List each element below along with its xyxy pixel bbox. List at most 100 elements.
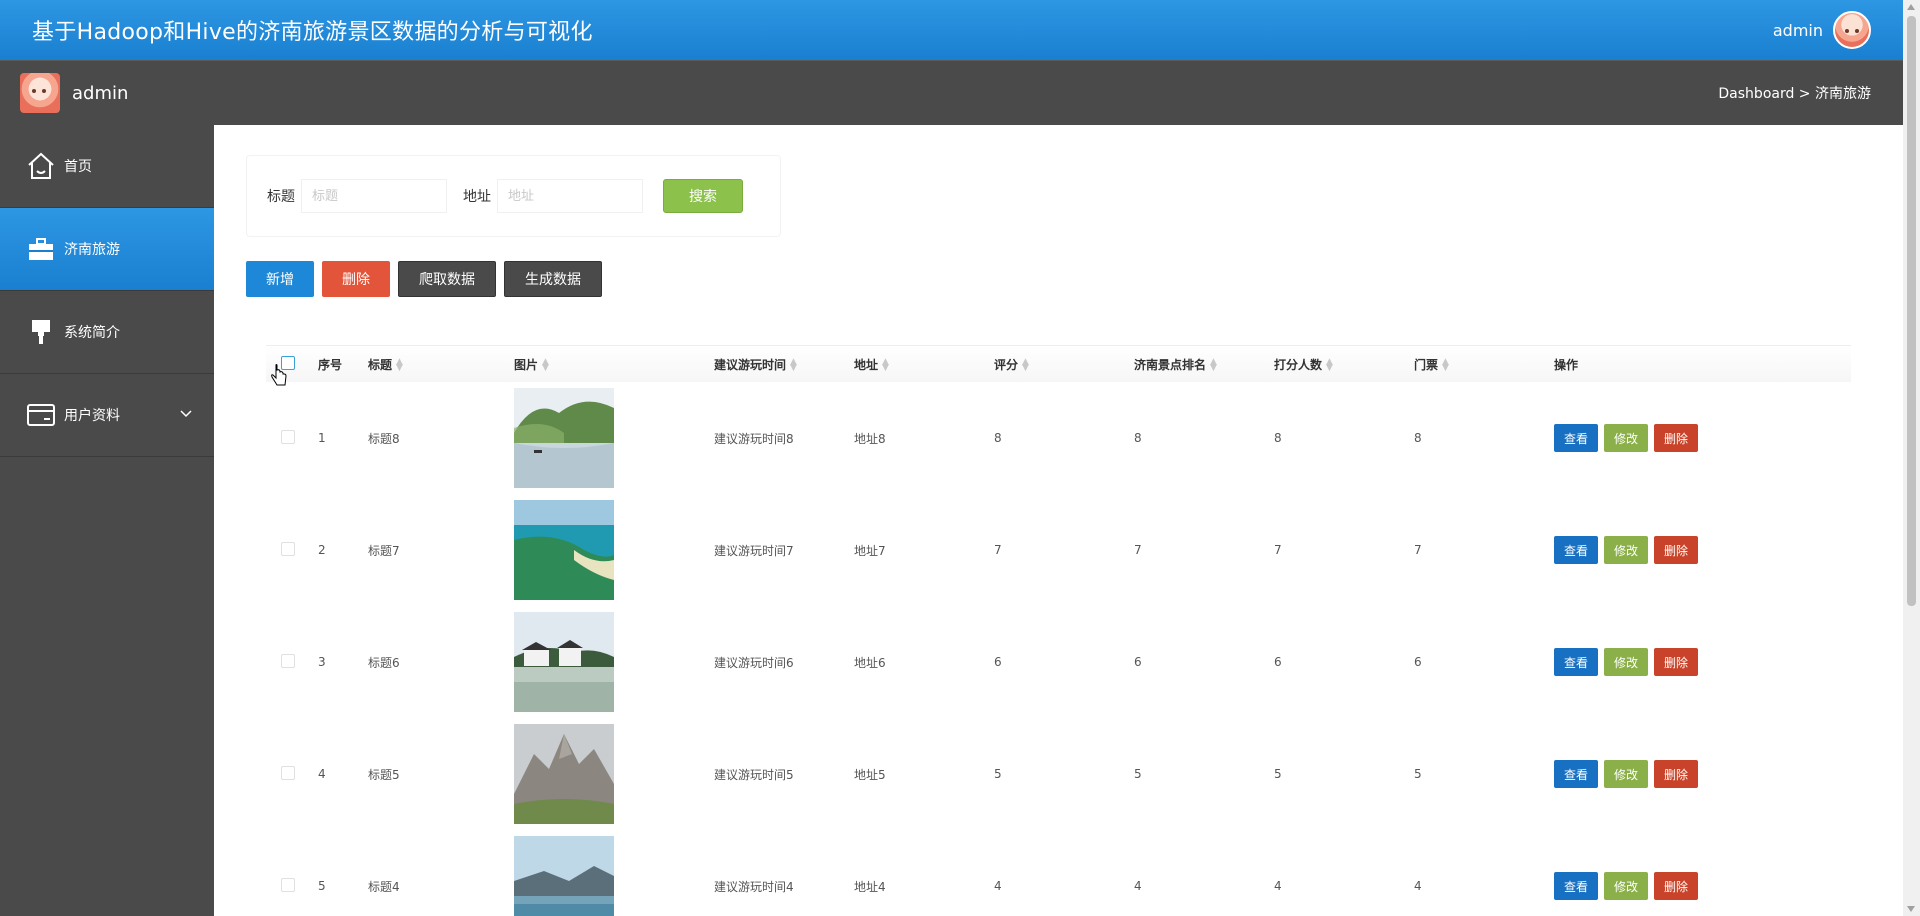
view-button[interactable]: 查看 — [1554, 536, 1599, 564]
header-user[interactable]: admin — [1773, 11, 1871, 49]
header-username[interactable]: admin — [1773, 21, 1823, 40]
table-row: 1 标题8 建议游玩时间8 地址8 8 8 8 8 查看 修改 删除 — [266, 382, 1851, 494]
scroll-up-icon[interactable] — [1907, 4, 1915, 10]
page-scrollbar[interactable] — [1903, 0, 1920, 916]
header-title[interactable]: 标题 ▲ ▼ — [368, 356, 514, 373]
sort-icon[interactable]: ▲ ▼ — [882, 358, 889, 373]
search-panel: 标题 地址 搜索 — [246, 155, 781, 237]
cell-raters: 7 — [1274, 543, 1282, 557]
sidebar: 首页 济南旅游 系统简介 用户资料 — [0, 125, 214, 916]
row-checkbox[interactable] — [281, 765, 295, 780]
header-image-label: 图片 — [514, 357, 539, 372]
sort-icon[interactable]: ▲ ▼ — [790, 358, 797, 373]
header-raters-label: 打分人数 — [1274, 357, 1323, 372]
delete-button[interactable]: 删除 — [1654, 648, 1699, 676]
cell-image — [514, 388, 714, 488]
sidebar-item-system-intro[interactable]: 系统简介 — [0, 291, 214, 374]
avatar[interactable] — [1833, 11, 1871, 49]
header-rank[interactable]: 济南景点排名 ▲ ▼ — [1134, 356, 1274, 373]
generate-data-button[interactable]: 生成数据 — [504, 261, 602, 297]
scenic-image — [514, 724, 614, 824]
sidebar-item-home[interactable]: 首页 — [0, 125, 214, 208]
cell-image — [514, 612, 714, 712]
main-content: 标题 地址 搜索 新增 删除 爬取数据 生成数据 序号 标题▲▼ 图片▲▼ 建议… — [214, 125, 1903, 916]
briefcase-icon — [24, 232, 58, 266]
table-header: 序号 标题 ▲ ▼ 图片 ▲ ▼ 建议游玩时间 ▲ ▼ 地址 ▲ ▼ 评分 ▲ ▼ 济南景点排名 ▲ ▼… — [266, 345, 1851, 382]
edit-button[interactable]: 修改 — [1604, 648, 1649, 676]
header-title-label: 标题 — [368, 357, 393, 372]
search-button[interactable]: 搜索 — [663, 179, 743, 213]
cell-address: 地址7 — [854, 543, 886, 558]
cell-time: 建议游玩时间7 — [714, 543, 794, 558]
header-rank-label: 济南景点排名 — [1134, 357, 1207, 372]
sort-icon[interactable]: ▲ ▼ — [1442, 358, 1449, 373]
row-checkbox[interactable] — [281, 653, 295, 668]
chevron-down-icon[interactable] — [180, 406, 192, 422]
address-search-input[interactable] — [497, 179, 643, 213]
header-ticket[interactable]: 门票 ▲ ▼ — [1414, 356, 1554, 373]
cell-rank: 8 — [1134, 431, 1142, 445]
edit-button[interactable]: 修改 — [1604, 872, 1649, 900]
cell-ticket: 6 — [1414, 655, 1422, 669]
header-address-label: 地址 — [854, 357, 879, 372]
batch-delete-button[interactable]: 删除 — [322, 261, 390, 297]
cell-index: 3 — [318, 655, 326, 669]
delete-button[interactable]: 删除 — [1654, 872, 1699, 900]
edit-button[interactable]: 修改 — [1604, 760, 1649, 788]
header-image[interactable]: 图片 ▲ ▼ — [514, 356, 714, 373]
add-button[interactable]: 新增 — [246, 261, 314, 297]
cell-rank: 7 — [1134, 543, 1142, 557]
cell-image — [514, 724, 714, 824]
home-icon — [24, 149, 58, 183]
crawl-data-button[interactable]: 爬取数据 — [398, 261, 496, 297]
card-icon — [24, 398, 58, 432]
app-title: 基于Hadoop和Hive的济南旅游景区数据的分析与可视化 — [32, 20, 593, 45]
header-raters[interactable]: 打分人数 ▲ ▼ — [1274, 356, 1414, 373]
row-checkbox[interactable] — [281, 877, 295, 892]
row-checkbox[interactable] — [281, 429, 295, 444]
view-button[interactable]: 查看 — [1554, 648, 1599, 676]
row-checkbox[interactable] — [281, 541, 295, 556]
edit-button[interactable]: 修改 — [1604, 424, 1649, 452]
header-score[interactable]: 评分 ▲ ▼ — [994, 356, 1134, 373]
cell-raters: 4 — [1274, 879, 1282, 893]
sub-header: admin Dashboard > 济南旅游 — [0, 60, 1903, 125]
cell-title: 标题6 — [368, 655, 400, 670]
sort-icon[interactable]: ▲ ▼ — [396, 358, 403, 373]
cell-score: 5 — [994, 767, 1002, 781]
sort-icon[interactable]: ▲ ▼ — [1022, 358, 1029, 373]
sidebar-username: admin — [72, 82, 129, 104]
table-row: 5 标题4 建议游玩时间4 地址4 4 4 4 4 查看 修改 删除 — [266, 830, 1851, 916]
sort-icon[interactable]: ▲ ▼ — [1210, 358, 1217, 373]
header-ops: 操作 — [1554, 357, 1579, 372]
view-button[interactable]: 查看 — [1554, 760, 1599, 788]
cell-raters: 8 — [1274, 431, 1282, 445]
brush-icon — [24, 315, 58, 349]
cell-time: 建议游玩时间4 — [714, 879, 794, 894]
cell-raters: 5 — [1274, 767, 1282, 781]
edit-button[interactable]: 修改 — [1604, 536, 1649, 564]
scrollbar-thumb[interactable] — [1907, 16, 1916, 606]
cell-score: 8 — [994, 431, 1002, 445]
cell-score: 4 — [994, 879, 1002, 893]
sort-icon[interactable]: ▲ ▼ — [1326, 358, 1333, 373]
header-address[interactable]: 地址 ▲ ▼ — [854, 356, 994, 373]
cell-index: 1 — [318, 431, 326, 445]
table-row: 4 标题5 建议游玩时间5 地址5 5 5 5 5 查看 修改 删除 — [266, 718, 1851, 830]
delete-button[interactable]: 删除 — [1654, 760, 1699, 788]
scroll-down-icon[interactable] — [1907, 906, 1915, 912]
cell-title: 标题4 — [368, 879, 400, 894]
view-button[interactable]: 查看 — [1554, 872, 1599, 900]
cell-raters: 6 — [1274, 655, 1282, 669]
sidebar-item-user-profile[interactable]: 用户资料 — [0, 374, 214, 457]
title-search-input[interactable] — [301, 179, 447, 213]
delete-button[interactable]: 删除 — [1654, 536, 1699, 564]
sidebar-item-label: 首页 — [64, 159, 92, 175]
sidebar-item-jinan-travel[interactable]: 济南旅游 — [0, 208, 214, 291]
sort-icon[interactable]: ▲ ▼ — [542, 358, 549, 373]
cell-ticket: 8 — [1414, 431, 1422, 445]
view-button[interactable]: 查看 — [1554, 424, 1599, 452]
cell-title: 标题7 — [368, 543, 400, 558]
delete-button[interactable]: 删除 — [1654, 424, 1699, 452]
header-time[interactable]: 建议游玩时间 ▲ ▼ — [714, 356, 854, 373]
